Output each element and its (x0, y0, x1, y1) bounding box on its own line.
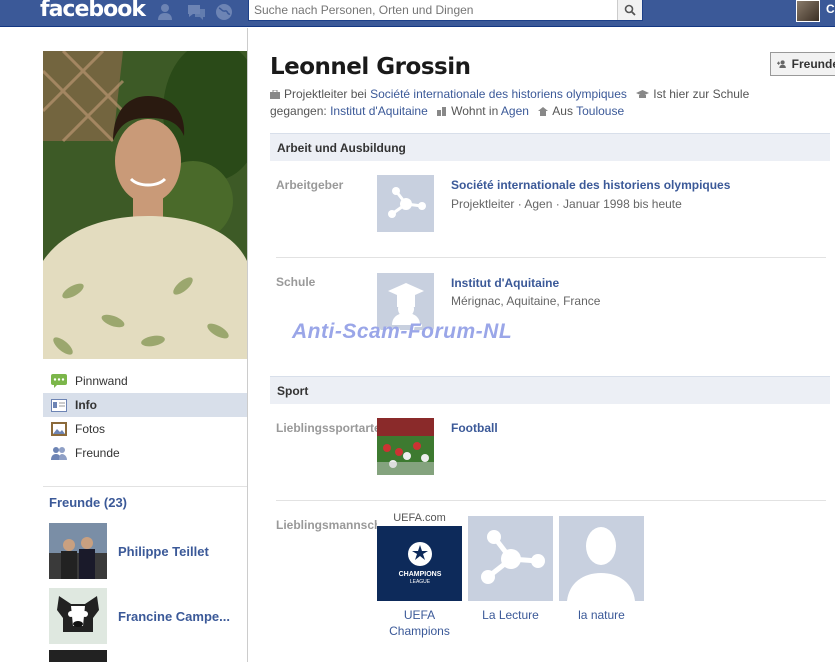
friend-photo[interactable] (49, 588, 107, 644)
school-title[interactable]: Institut d'Aquitaine (451, 276, 559, 290)
team-tile-la-nature[interactable]: la nature (559, 516, 644, 623)
school-prefix: Ist hier zur Schule (653, 87, 750, 101)
profile-nav: Pinnwand Info Fotos Freunde (43, 369, 247, 465)
team-caption-line-2: Champions (389, 624, 450, 638)
person-silhouette-icon (567, 527, 635, 601)
team-tile-uefa[interactable]: UEFA.com CHAMPIONS LEAGUE UEFA Champions (377, 512, 462, 639)
work-link[interactable]: Société internationale des historiens ol… (370, 87, 627, 101)
search-input[interactable] (249, 0, 617, 19)
from-prefix: Aus (552, 104, 573, 118)
employer-thumbnail[interactable] (377, 175, 434, 232)
friend-photo-partial[interactable] (49, 650, 107, 662)
friends-icon (51, 445, 67, 461)
football-thumbnail[interactable] (377, 418, 434, 475)
search-icon (624, 4, 636, 16)
friend-button-label: Freunde (791, 57, 835, 71)
team-caption[interactable]: UEFA Champions (377, 607, 462, 639)
nav-item-freunde[interactable]: Freunde (43, 441, 247, 465)
nav-item-fotos[interactable]: Fotos (43, 417, 247, 441)
row-divider (276, 500, 826, 501)
from-link[interactable]: Toulouse (576, 104, 624, 118)
starball-icon: CHAMPIONSLEAGUE (398, 541, 441, 584)
search-button[interactable] (617, 0, 642, 20)
friend-status-button[interactable]: Freunde (770, 52, 835, 76)
employer-title[interactable]: Société internationale des historiens ol… (451, 178, 730, 192)
graduation-cap-icon (636, 90, 650, 98)
school-details: Mérignac, Aquitaine, France (451, 294, 601, 308)
friend-name[interactable]: Francine Campe... (118, 609, 230, 624)
current-user-avatar[interactable] (796, 0, 820, 22)
person-placeholder-image[interactable] (559, 516, 644, 601)
top-bar: facebook C (0, 0, 835, 27)
facebook-logo[interactable]: facebook (40, 0, 146, 22)
briefcase-icon (270, 90, 280, 99)
football-title[interactable]: Football (451, 421, 498, 435)
svg-text:LEAGUE: LEAGUE (409, 579, 430, 584)
add-friend-icon (777, 60, 786, 69)
friend-photo[interactable] (49, 523, 107, 579)
current-user-name[interactable]: C (826, 2, 835, 16)
nav-item-pinnwand[interactable]: Pinnwand (43, 369, 247, 393)
profile-info-line-2: gegangen: Institut d'Aquitaine Wohnt in … (270, 103, 790, 120)
svg-text:CHAMPIONS: CHAMPIONS (398, 571, 441, 578)
school-prefix-2: gegangen: (270, 104, 327, 118)
uefa-champions-league-logo[interactable]: UEFA.com CHAMPIONS LEAGUE (377, 512, 462, 601)
photos-icon (51, 421, 67, 437)
nav-item-info[interactable]: Info (43, 393, 247, 417)
team-caption[interactable]: la nature (559, 607, 644, 623)
nav-label-fotos: Fotos (75, 422, 106, 436)
row-divider (276, 257, 826, 258)
friend-requests-icon[interactable] (157, 3, 177, 21)
team-tile-la-lecture[interactable]: La Lecture (468, 516, 553, 623)
city-icon (437, 107, 447, 116)
page-placeholder-icon (387, 186, 426, 218)
nav-label-pinnwand: Pinnwand (75, 374, 128, 388)
section-sport-heading: Sport (270, 376, 830, 404)
employer-details: Projektleiter · Agen · Januar 1998 bis h… (451, 197, 682, 211)
favorite-sports-label: Lieblingssportarten (276, 421, 389, 435)
friends-heading[interactable]: Freunde (23) (49, 495, 127, 510)
friend-name[interactable]: Philippe Teillet (118, 544, 209, 559)
school-label: Schule (276, 275, 316, 289)
page-placeholder-image[interactable] (468, 516, 553, 601)
search-box (248, 0, 643, 21)
nav-label-freunde: Freunde (75, 446, 120, 460)
profile-photo[interactable] (43, 51, 247, 359)
messages-icon[interactable] (186, 3, 206, 21)
nav-label-info: Info (75, 398, 97, 412)
lives-link[interactable]: Agen (501, 104, 529, 118)
employer-label: Arbeitgeber (276, 178, 344, 192)
team-caption-line-1: UEFA (403, 608, 436, 622)
left-column: Pinnwand Info Fotos Freunde Freunde (23)… (0, 28, 248, 662)
section-work-education-heading: Arbeit und Ausbildung (270, 133, 830, 161)
friend-item[interactable]: Philippe Teillet (49, 523, 209, 579)
info-card-icon (51, 397, 67, 413)
profile-name: Leonnel Grossin (270, 54, 471, 80)
friend-item[interactable]: Francine Campe... (49, 588, 230, 644)
home-icon (538, 107, 549, 116)
lives-prefix: Wohnt in (451, 104, 499, 118)
left-divider (43, 486, 247, 487)
school-placeholder-icon (387, 282, 424, 325)
team-caption[interactable]: La Lecture (468, 607, 553, 623)
work-prefix: Projektleiter bei (284, 87, 367, 101)
uefa-brand-text: UEFA.com (377, 512, 462, 526)
profile-info-line-1: Projektleiter bei Société internationale… (270, 86, 790, 103)
notifications-globe-icon[interactable] (214, 3, 234, 21)
watermark-text: Anti-Scam-Forum-NL (292, 320, 513, 343)
wall-icon (51, 373, 67, 389)
page-placeholder-icon (480, 529, 545, 584)
school-link[interactable]: Institut d'Aquitaine (330, 104, 428, 118)
